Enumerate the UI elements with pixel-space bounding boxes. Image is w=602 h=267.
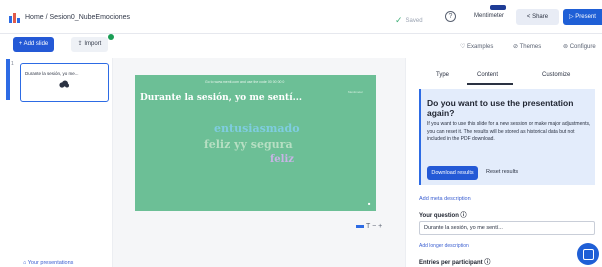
- zoom-controls-label: T − +: [366, 223, 383, 230]
- word-cloud-word: feliz: [270, 154, 294, 165]
- download-results-button[interactable]: Download results: [427, 166, 478, 180]
- info-title: Do you want to use the presentation agai…: [427, 98, 574, 118]
- question-label: Your question ⓘ: [419, 213, 467, 219]
- question-input[interactable]: Durante la sesión, yo me sentí...: [419, 221, 595, 235]
- notification-dot: [108, 34, 114, 40]
- slide-thumbnail-title: Durante la sesión, yo me...: [25, 71, 79, 76]
- word-cloud-word: entusiasmado: [214, 122, 300, 135]
- info-body: If you want to use this slide for a new …: [427, 121, 591, 143]
- reset-results-button[interactable]: Reset results: [486, 169, 518, 175]
- word-cloud-icon: [59, 80, 69, 88]
- tab-content[interactable]: Content: [477, 72, 498, 78]
- brand-name[interactable]: Mentimeter: [474, 13, 504, 19]
- active-tab-underline: [467, 83, 513, 85]
- tab-type[interactable]: Type: [436, 72, 449, 78]
- breadcrumb[interactable]: Home / Sesion0_NubeEmociones: [25, 14, 130, 21]
- add-longer-description-link[interactable]: Add longer description: [419, 243, 469, 249]
- add-slide-button[interactable]: + Add slide: [13, 37, 54, 52]
- slide-corner-mark: ■: [368, 201, 371, 206]
- themes-button[interactable]: ⊘ Themes: [513, 43, 541, 50]
- slide-question: Durante la sesión, yo me sentí...: [140, 93, 303, 103]
- slide-brand-mark: Mentimeter: [348, 90, 364, 94]
- tab-customize[interactable]: Customize: [542, 72, 570, 78]
- configure-button[interactable]: ⊚ Configure: [563, 43, 596, 50]
- slide-number: 1: [11, 61, 14, 67]
- zoom-controls[interactable]: T − +: [356, 223, 382, 230]
- your-presentations-link[interactable]: ⌂ Your presentations: [23, 260, 73, 266]
- examples-button[interactable]: ♡ Examples: [460, 43, 493, 50]
- slide-join-instructions: Go to www.menti.com and use the code 00 …: [205, 80, 285, 84]
- word-cloud-word: feliz yy segura: [204, 138, 293, 151]
- brand-badge: [490, 5, 506, 10]
- mentimeter-logo-icon[interactable]: [9, 13, 20, 23]
- add-meta-description-link[interactable]: Add meta description: [419, 196, 471, 202]
- saved-status: ✓ Saved: [395, 14, 423, 25]
- present-button[interactable]: ▷ Present: [563, 9, 602, 25]
- zoom-bar-icon: [356, 224, 364, 228]
- saved-label: Saved: [405, 18, 423, 24]
- chat-support-button[interactable]: [577, 243, 599, 265]
- check-icon: ✓: [395, 15, 403, 25]
- share-button[interactable]: < Share: [516, 9, 559, 25]
- selected-slide-indicator: [6, 59, 10, 100]
- import-button[interactable]: ⇪ Import: [71, 37, 108, 52]
- entries-per-participant-label: Entries per participant ⓘ: [419, 260, 491, 266]
- help-button[interactable]: ?: [445, 11, 456, 22]
